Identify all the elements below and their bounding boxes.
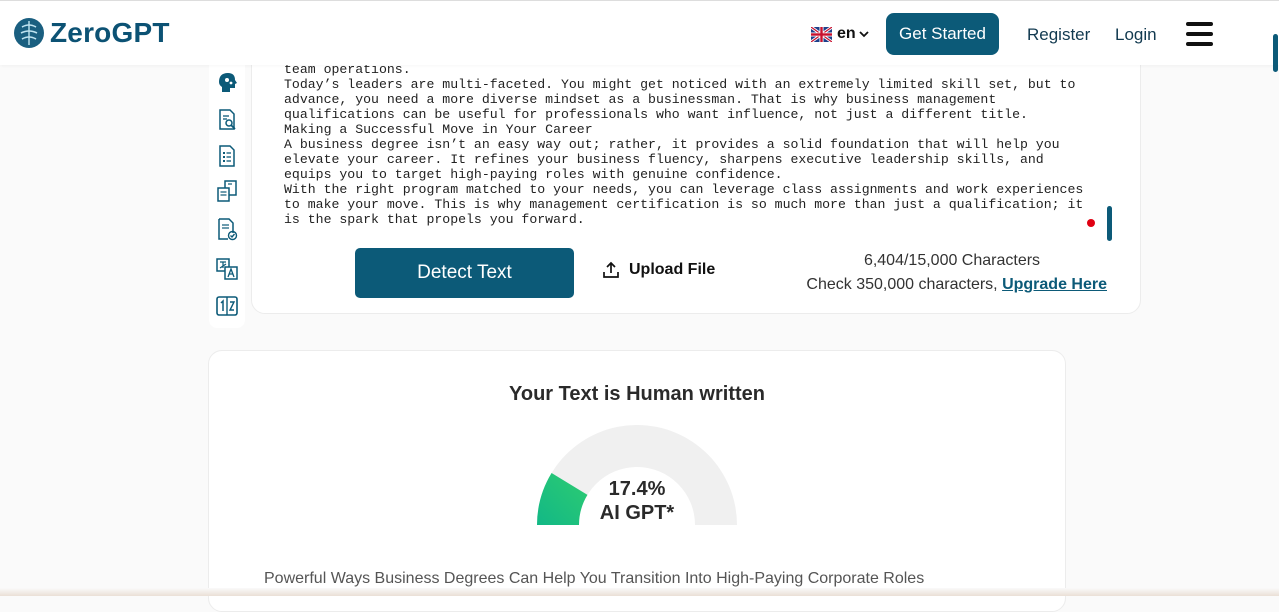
document-search-icon[interactable] — [215, 108, 239, 132]
uk-flag-icon — [811, 26, 832, 42]
document-list-icon[interactable] — [215, 144, 239, 168]
upload-file-button[interactable]: Upload File — [601, 260, 715, 280]
register-link[interactable]: Register — [1027, 25, 1090, 45]
text-line: equips you to target high-paying roles w… — [284, 167, 783, 182]
grammar-check-icon[interactable] — [215, 217, 239, 241]
translate-icon[interactable] — [215, 257, 239, 281]
hamburger-menu-icon[interactable] — [1186, 22, 1213, 46]
text-line: Today’s leaders are multi-faceted. You m… — [284, 77, 1076, 92]
get-started-button[interactable]: Get Started — [886, 13, 999, 55]
top-navbar: ZeroGPT en Get Started Register Login — [0, 0, 1279, 65]
text-input-area[interactable]: team operations. Today’s leaders are mult… — [284, 62, 1096, 228]
word-counter-icon[interactable] — [215, 294, 239, 318]
text-line: With the right program matched to your n… — [284, 182, 1084, 197]
tool-sidebar — [209, 60, 245, 328]
result-title: Your Text is Human written — [509, 383, 765, 405]
detect-text-button[interactable]: Detect Text — [355, 248, 574, 298]
text-line: to make your move. This is why managemen… — [284, 197, 1084, 212]
login-link[interactable]: Login — [1115, 25, 1157, 45]
result-text-excerpt: Powerful Ways Business Degrees Can Help … — [264, 570, 925, 587]
upload-file-label: Upload File — [629, 261, 716, 278]
paraphrase-icon[interactable] — [215, 179, 239, 203]
upload-icon — [603, 261, 619, 278]
chevron-down-icon — [859, 31, 869, 38]
ai-gpt-label: AI GPT* — [599, 502, 675, 524]
ai-percentage: 17.4% — [608, 478, 666, 500]
language-selector[interactable]: en — [811, 25, 869, 43]
text-line: qualifications can be useful for profess… — [284, 107, 1028, 122]
upgrade-link[interactable]: Upgrade Here — [1002, 276, 1107, 293]
bottom-shadow — [0, 588, 1279, 596]
text-line: elevate your career. It refines your bus… — [284, 152, 1044, 167]
text-area-scrollbar[interactable] — [1107, 206, 1112, 241]
page-scrollbar[interactable] — [1273, 34, 1278, 72]
logo[interactable]: ZeroGPT — [13, 17, 170, 49]
brain-logo-icon — [14, 18, 44, 48]
upgrade-prefix: Check 350,000 characters, — [806, 276, 1003, 293]
ai-detector-icon[interactable] — [215, 70, 239, 94]
text-line: Making a Successful Move in Your Career — [284, 122, 593, 137]
upgrade-notice: Check 350,000 characters, Upgrade Here — [797, 276, 1107, 294]
gauge-label: 17.4% AI GPT* — [537, 477, 737, 525]
character-count: 6,404/15,000 Characters — [863, 252, 1041, 269]
status-dot — [1087, 219, 1095, 227]
language-code: en — [837, 25, 856, 42]
logo-text: ZeroGPT — [50, 17, 170, 48]
text-line: A business degree isn’t an easy way out;… — [284, 137, 1060, 152]
text-line: advance, you need a more diverse mindset… — [284, 92, 997, 107]
text-line: is the spark that propels you forward. — [284, 212, 585, 227]
